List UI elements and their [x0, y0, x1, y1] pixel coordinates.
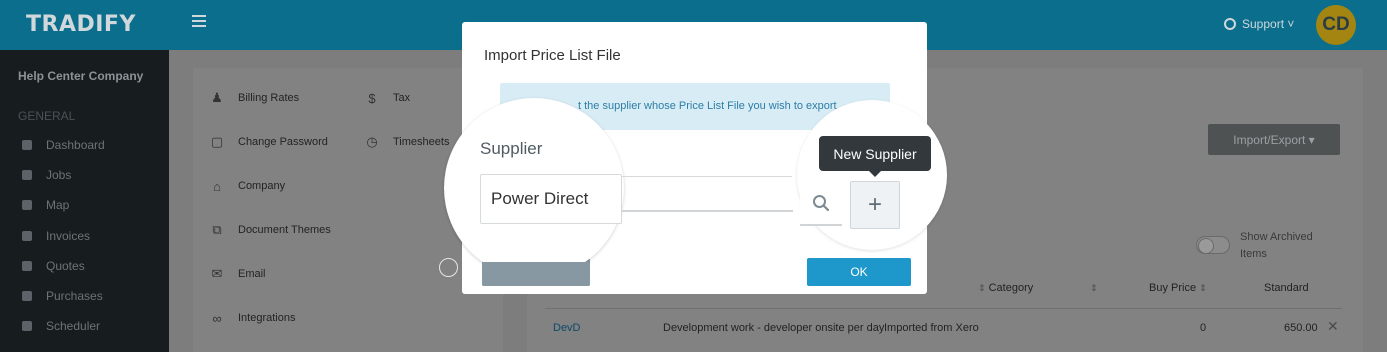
calendar-icon — [22, 321, 32, 331]
sort-icon[interactable]: ⇕ — [1090, 282, 1098, 294]
calculator-icon — [22, 261, 32, 271]
sidebar-section-general: GENERAL — [18, 109, 76, 123]
sidebar-item-invoices[interactable]: Invoices — [22, 229, 90, 243]
row-buy-price: 0 — [1200, 322, 1207, 334]
column-header-label: Buy Price — [1149, 282, 1197, 294]
info-text: t the supplier whose Price List File you… — [578, 100, 837, 112]
settings-timesheets[interactable]: ◷ Timesheets — [365, 134, 450, 149]
show-archived-label: Show Archived Items — [1240, 231, 1313, 260]
settings-item-label: Tax — [393, 92, 411, 104]
column-header-standard[interactable]: Standard — [1264, 282, 1309, 294]
home-icon: ⌂ — [213, 178, 221, 194]
delete-row-icon[interactable]: ✕ — [1327, 318, 1339, 335]
sort-icon: ⇕ — [1199, 283, 1207, 293]
envelope-icon: ✉ — [211, 266, 223, 281]
sidebar-item-label: Dashboard — [46, 138, 105, 152]
settings-item-label: Integrations — [238, 312, 296, 324]
dashboard-icon — [22, 140, 32, 150]
column-header-buy-price[interactable]: Buy Price ⇕ — [1149, 282, 1207, 294]
supplier-input[interactable] — [480, 174, 622, 224]
sidebar-item-dashboard[interactable]: Dashboard — [22, 138, 105, 152]
sidebar-item-label: Map — [46, 198, 70, 212]
search-button[interactable] — [800, 182, 842, 226]
link-icon: ∞ — [212, 310, 222, 326]
settings-item-label: Billing Rates — [238, 92, 300, 104]
table-divider — [545, 308, 1342, 309]
invoice-icon — [22, 231, 32, 241]
import-export-button[interactable]: Import/Export ▾ — [1208, 124, 1340, 155]
sidebar-item-label: Purchases — [46, 289, 103, 303]
column-header-label: Standard — [1264, 282, 1309, 294]
settings-integrations[interactable]: ∞ Integrations — [210, 310, 296, 326]
row-standard-price: 650.00 — [1284, 322, 1318, 334]
sidebar-item-scheduler[interactable]: Scheduler — [22, 319, 100, 333]
show-archived-toggle[interactable] — [1196, 236, 1230, 254]
column-header-category[interactable]: ⇕ Category — [978, 282, 1033, 294]
add-supplier-button[interactable]: + — [850, 181, 900, 229]
hamburger-menu-icon[interactable] — [192, 15, 206, 30]
new-supplier-tooltip: New Supplier — [819, 136, 931, 177]
user-avatar[interactable]: CD — [1316, 5, 1356, 45]
settings-email[interactable]: ✉ Email — [210, 266, 266, 281]
settings-change-password[interactable]: ▢ Change Password — [210, 134, 328, 149]
sidebar-item-purchases[interactable]: Purchases — [22, 289, 103, 303]
field-underline — [620, 210, 793, 212]
globe-icon — [1224, 18, 1236, 30]
cart-icon — [22, 291, 32, 301]
dollar-icon: $ — [368, 90, 376, 106]
support-menu[interactable]: Support ˅ — [1224, 17, 1294, 31]
hammer-icon — [22, 170, 32, 180]
row-description: Development work - developer onsite per … — [663, 322, 885, 334]
sidebar-item-label: Scheduler — [46, 319, 101, 333]
person-icon: ♟ — [211, 90, 223, 105]
sidebar-item-label: Invoices — [46, 229, 91, 243]
settings-item-label: Change Password — [238, 136, 328, 148]
clock-icon: ◷ — [366, 134, 378, 149]
row-code-link[interactable]: DevD — [553, 322, 581, 334]
supplier-label: Supplier — [480, 139, 543, 158]
sidebar-item-label: Quotes — [46, 259, 85, 273]
ok-button[interactable]: OK — [807, 258, 911, 286]
settings-item-label: Timesheets — [393, 136, 450, 148]
copy-icon: ⧉ — [212, 222, 222, 237]
modal-title: Import Price List File — [484, 47, 621, 64]
settings-item-label: Document Themes — [238, 224, 331, 236]
lock-icon: ▢ — [210, 134, 224, 149]
tradify-logo[interactable]: TRADIFY — [26, 12, 136, 37]
settings-item-label: Company — [238, 180, 286, 192]
settings-item-label: Email — [238, 268, 266, 280]
company-name: Help Center Company — [18, 69, 144, 83]
settings-billing-rates[interactable]: ♟ Billing Rates — [210, 90, 300, 105]
sidebar-item-quotes[interactable]: Quotes — [22, 259, 85, 273]
settings-tax[interactable]: $ Tax — [365, 90, 411, 106]
sidebar-item-map[interactable]: Map — [22, 198, 69, 212]
sidebar-item-jobs[interactable]: Jobs — [22, 168, 71, 182]
cancel-button-partial[interactable] — [482, 262, 590, 286]
map-pin-icon — [22, 200, 32, 210]
column-header-label: Category — [988, 282, 1034, 294]
row-category: Imported from Xero — [884, 322, 979, 334]
settings-company[interactable]: ⌂ Company — [210, 178, 286, 194]
sidebar-item-label: Jobs — [46, 168, 72, 182]
sort-icon: ⇕ — [978, 283, 986, 293]
support-label: Support ˅ — [1242, 17, 1295, 31]
radio-circle[interactable] — [439, 258, 458, 277]
settings-document-themes[interactable]: ⧉ Document Themes — [210, 222, 331, 237]
search-icon — [813, 195, 830, 212]
